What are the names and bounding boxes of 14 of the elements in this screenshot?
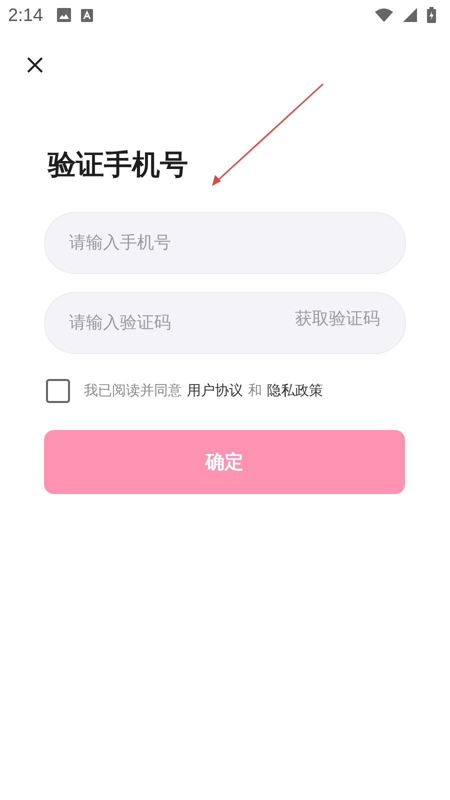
privacy-policy-link[interactable]: 隐私政策 [267, 382, 323, 400]
wifi-icon [375, 8, 393, 22]
page-title: 验证手机号 [48, 148, 189, 182]
agreement-text: 我已阅读并同意 [84, 382, 182, 400]
signal-icon [403, 8, 417, 22]
battery-icon [427, 7, 436, 23]
agreement-joiner: 和 [248, 382, 262, 400]
agreement-checkbox[interactable] [46, 379, 70, 403]
status-time: 2:14 [8, 4, 44, 26]
app-icon [81, 8, 94, 22]
phone-field[interactable]: 请输入手机号 [44, 212, 406, 274]
user-agreement-link[interactable]: 用户协议 [187, 382, 243, 400]
close-button[interactable] [26, 56, 44, 74]
image-icon [57, 8, 72, 22]
